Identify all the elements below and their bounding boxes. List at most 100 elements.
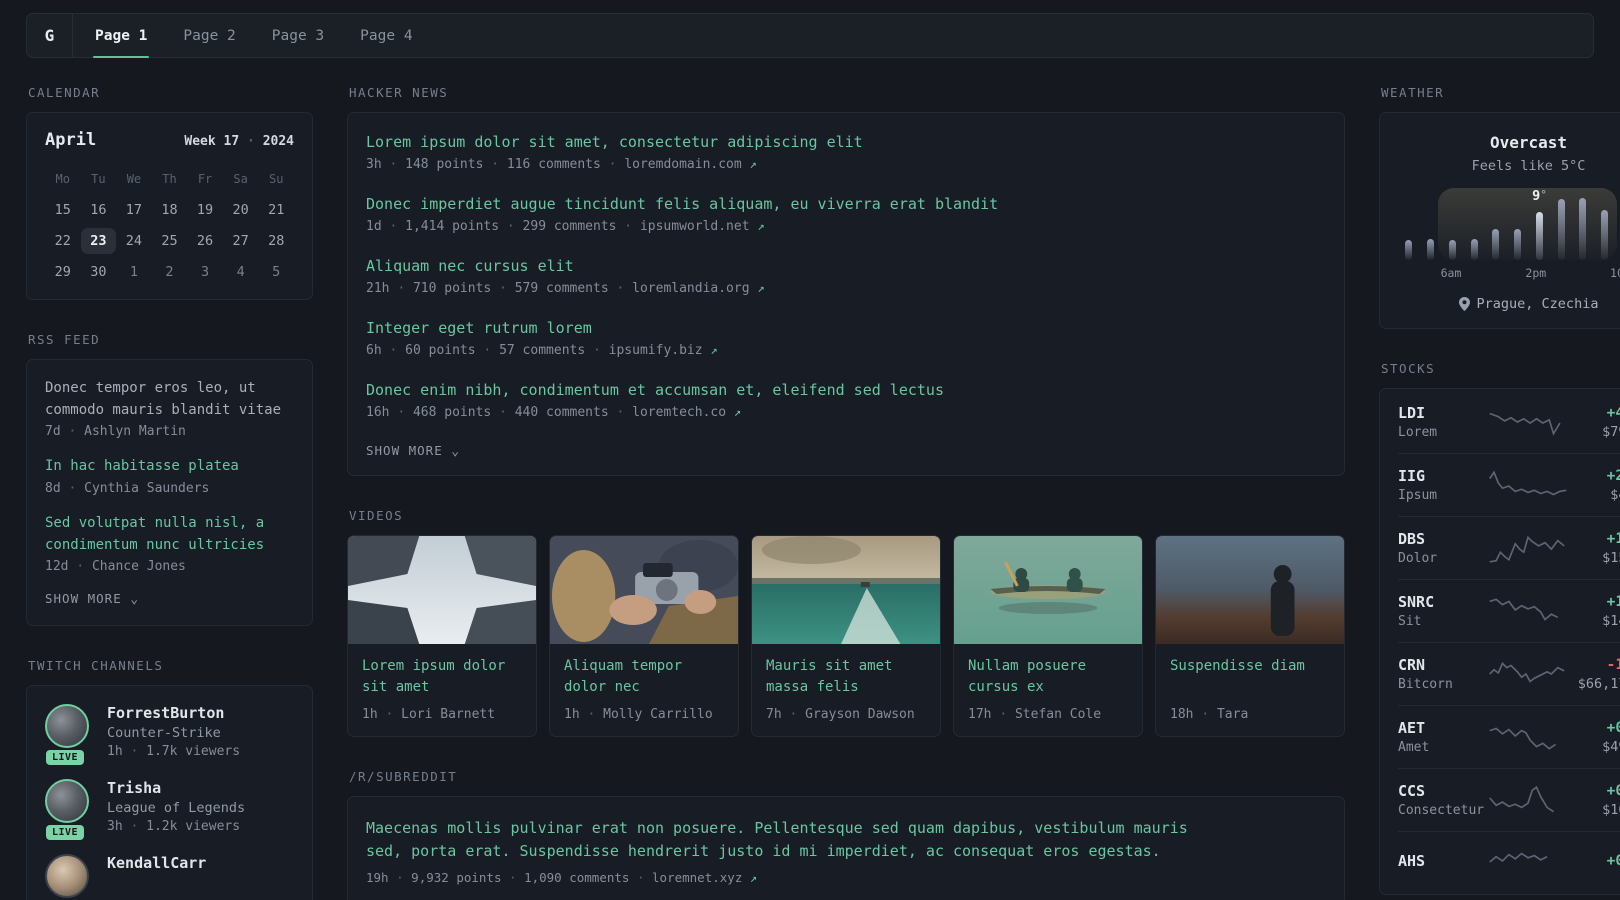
stock-row[interactable]: CRN Bitcorn -1.00% $66,171.48: [1398, 642, 1620, 705]
calendar-day[interactable]: 17: [116, 197, 152, 223]
hn-story-title[interactable]: Aliquam nec cursus elit: [366, 257, 1326, 275]
stock-name: Consectetur: [1398, 803, 1485, 818]
rss-item-title[interactable]: Donec tempor eros leo, ut commodo mauris…: [45, 378, 294, 421]
calendar-day[interactable]: 28: [258, 228, 294, 254]
calendar-day[interactable]: 20: [223, 197, 259, 223]
stock-row[interactable]: IIG Ipsum +2.84% $42.04: [1398, 453, 1620, 516]
rss-item-title[interactable]: Sed volutpat nulla nisl, a condimentum n…: [45, 513, 294, 556]
calendar-day[interactable]: 19: [187, 197, 223, 223]
story-comments[interactable]: 299 comments: [523, 219, 617, 234]
video-card[interactable]: Mauris sit amet massa felis 7h · Grayson…: [751, 535, 941, 737]
twitch-channel-row[interactable]: LIVE ForrestBurton Counter-Strike 1h · 1…: [45, 704, 294, 766]
story-domain[interactable]: ipsumify.biz: [609, 343, 703, 358]
calendar-day[interactable]: 21: [258, 197, 294, 223]
temp-bar: [1514, 229, 1522, 260]
stock-price: $148.64: [1602, 612, 1620, 629]
twitch-widget: TWITCH CHANNELS LIVE ForrestBurton Count…: [26, 658, 313, 900]
story-domain[interactable]: loremdomain.com: [624, 157, 741, 172]
hn-story-title[interactable]: Donec imperdiet augue tincidunt felis al…: [366, 195, 1326, 213]
stock-row[interactable]: AET Amet +0.92% $499.72: [1398, 705, 1620, 768]
hn-show-more-button[interactable]: SHOW MORE ⌄: [366, 443, 1326, 459]
stock-row[interactable]: SNRC Sit +1.36% $148.64: [1398, 579, 1620, 642]
temperature-value: 9: [1532, 188, 1541, 204]
tab-page-2[interactable]: Page 2: [183, 14, 235, 57]
twitch-channel-name[interactable]: Trisha: [107, 779, 245, 797]
rss-item-title[interactable]: In hac habitasse platea: [45, 456, 294, 478]
tab-page-4[interactable]: Page 4: [360, 14, 412, 57]
stock-sparkline: [1488, 598, 1558, 621]
story-comments[interactable]: 440 comments: [515, 405, 609, 420]
video-title[interactable]: Aliquam tempor dolor nec pharetra…: [564, 656, 724, 698]
separator-dot: ·: [499, 281, 507, 296]
story-domain[interactable]: loremtech.co: [632, 405, 726, 420]
weekday-label: Mo: [55, 172, 70, 186]
story-points: 1,414 points: [405, 219, 500, 234]
hn-story-meta: 21h · 710 points · 579 comments · loreml…: [366, 281, 1326, 296]
hn-story-title[interactable]: Donec enim nibh, condimentum et accumsan…: [366, 381, 1326, 399]
post-domain[interactable]: loremnet.xyz: [652, 870, 742, 885]
app-logo[interactable]: G: [27, 14, 73, 57]
hn-story: Donec enim nibh, condimentum et accumsan…: [366, 381, 1326, 420]
video-title[interactable]: Mauris sit amet massa felis: [766, 656, 926, 698]
video-title[interactable]: Nullam posuere cursus ex: [968, 656, 1128, 698]
tab-page-1[interactable]: Page 1: [92, 14, 150, 58]
twitch-channel-name[interactable]: ForrestBurton: [107, 704, 240, 722]
calendar-day-next-month[interactable]: 2: [152, 259, 188, 285]
story-comments[interactable]: 57 comments: [499, 343, 585, 358]
story-comments[interactable]: 116 comments: [507, 157, 601, 172]
calendar-widget: CALENDAR April Week 17 · 2024 Mo Tu We T…: [26, 85, 313, 300]
calendar-day-next-month[interactable]: 4: [223, 259, 259, 285]
video-card[interactable]: Nullam posuere cursus ex 17h · Stefan Co…: [953, 535, 1143, 737]
hn-story-title[interactable]: Integer eget rutrum lorem: [366, 319, 1326, 337]
calendar-day-next-month[interactable]: 5: [258, 259, 294, 285]
external-link-icon: ↗: [710, 343, 718, 357]
hn-story-title[interactable]: Lorem ipsum dolor sit amet, consectetur …: [366, 133, 1326, 151]
stocks-widget: STOCKS LDI Lorem +4.35% $795.18 IIG Ipsu…: [1379, 361, 1620, 895]
calendar-day[interactable]: 22: [45, 228, 81, 254]
video-card[interactable]: Lorem ipsum dolor sit amet consectetu… 1…: [347, 535, 537, 737]
reddit-post-title[interactable]: Maecenas mollis pulvinar erat non posuer…: [366, 817, 1196, 864]
calendar-day[interactable]: 15: [45, 197, 81, 223]
stock-price: $499.72: [1602, 738, 1620, 755]
story-domain[interactable]: loremlandia.org: [632, 281, 749, 296]
twitch-channel-row[interactable]: KendallCarr: [45, 854, 294, 899]
external-link-icon: ↗: [733, 405, 742, 419]
external-link-icon: ↗: [757, 219, 765, 233]
weather-feels-like: Feels like 5°C: [1471, 158, 1586, 174]
stocks-section-label: STOCKS: [1381, 361, 1436, 376]
stock-row[interactable]: DBS Dolor +1.42% $156.28: [1398, 516, 1620, 579]
calendar-day-selected[interactable]: 23: [80, 228, 117, 254]
calendar-day[interactable]: 27: [223, 228, 259, 254]
rss-show-more-button[interactable]: SHOW MORE ⌄: [45, 591, 294, 607]
calendar-day[interactable]: 24: [116, 228, 152, 254]
calendar-day[interactable]: 25: [152, 228, 188, 254]
calendar-day[interactable]: 30: [81, 259, 117, 285]
hour-axis: 6am 2pm 10pm: [1398, 266, 1620, 280]
calendar-day-next-month[interactable]: 3: [187, 259, 223, 285]
stock-row[interactable]: CCS Consectetur +0.51% $165.84: [1398, 768, 1620, 831]
tab-page-3[interactable]: Page 3: [272, 14, 324, 57]
twitch-channel-name[interactable]: KendallCarr: [107, 854, 206, 872]
stock-row[interactable]: LDI Lorem +4.35% $795.18: [1398, 391, 1620, 453]
degree-symbol: °: [1540, 188, 1547, 201]
weather-location[interactable]: Prague, Czechia: [1398, 296, 1620, 312]
calendar-day[interactable]: 16: [81, 197, 117, 223]
calendar-day[interactable]: 26: [187, 228, 223, 254]
temp-bar-current: [1535, 212, 1543, 260]
story-comments[interactable]: 579 comments: [515, 281, 609, 296]
calendar-day-next-month[interactable]: 1: [116, 259, 152, 285]
video-title[interactable]: Lorem ipsum dolor sit amet consectetu…: [362, 656, 522, 698]
stock-ticker: CCS: [1398, 782, 1426, 800]
video-card[interactable]: Aliquam tempor dolor nec pharetra… 1h · …: [549, 535, 739, 737]
location-pin-icon: [1458, 297, 1470, 311]
video-card[interactable]: Suspendisse diam 18h · Tara: [1155, 535, 1345, 737]
calendar-day[interactable]: 29: [45, 259, 81, 285]
stream-uptime: 1h: [107, 744, 123, 760]
stock-row[interactable]: AHS +0.46%: [1398, 831, 1620, 892]
story-domain[interactable]: ipsumworld.net: [640, 219, 750, 234]
rss-widget: RSS FEED Donec tempor eros leo, ut commo…: [26, 332, 313, 627]
video-title[interactable]: Suspendisse diam: [1170, 656, 1330, 677]
calendar-day[interactable]: 18: [152, 197, 188, 223]
post-comments[interactable]: 1,090 comments: [524, 870, 629, 885]
twitch-channel-row[interactable]: LIVE Trisha League of Legends 3h · 1.2k …: [45, 779, 294, 841]
